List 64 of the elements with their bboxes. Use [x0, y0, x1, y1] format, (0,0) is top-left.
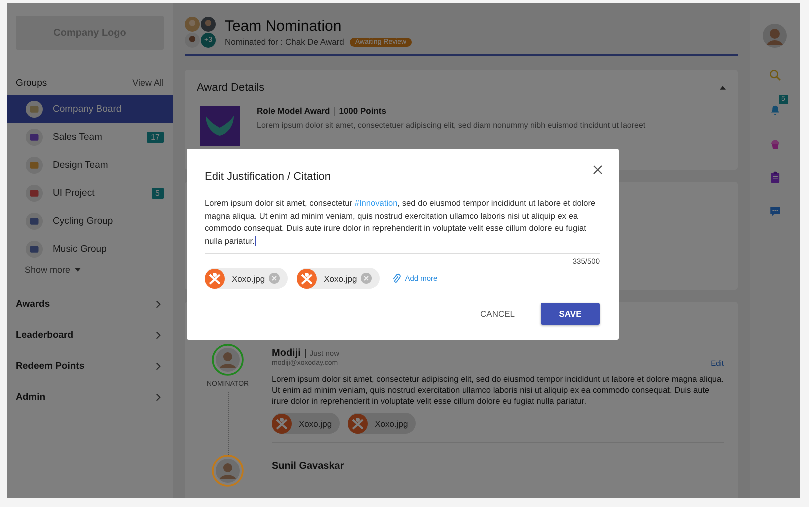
person-figure-icon [272, 414, 292, 434]
attachment-chip[interactable]: Xoxo.jpg [348, 413, 416, 434]
count-badge: 5 [152, 188, 164, 198]
group-item[interactable]: Design Team [7, 151, 173, 179]
nav-item[interactable]: Leaderboard [7, 320, 173, 351]
chat-icon[interactable] [768, 205, 782, 218]
remove-icon[interactable] [361, 273, 372, 284]
avatar-icon [201, 17, 216, 32]
attachment-chip[interactable]: Xoxo.jpg [205, 268, 288, 289]
avatar-icon [185, 33, 200, 48]
paperclip-icon [392, 273, 402, 284]
group-item[interactable]: Sales Team 17 [7, 123, 173, 151]
person-figure-icon [297, 268, 318, 288]
view-all-link[interactable]: View All [132, 78, 164, 89]
group-avatar-icon [26, 184, 43, 202]
chevron-right-icon [156, 331, 161, 340]
group-avatar-icon [26, 156, 43, 174]
remove-icon[interactable] [269, 273, 280, 284]
user-avatar-icon[interactable] [763, 24, 787, 48]
bell-icon[interactable] [768, 103, 782, 116]
group-avatar-icon [26, 240, 43, 258]
chevron-right-icon [156, 362, 161, 371]
card-title: Award Details [197, 82, 265, 94]
attachment-chip[interactable]: Xoxo.jpg [272, 413, 340, 434]
search-icon[interactable] [768, 69, 782, 82]
group-avatar-icon [26, 100, 43, 118]
show-more-link[interactable]: Show more [25, 265, 81, 275]
close-icon[interactable] [593, 165, 603, 175]
person-name: Sunil Gavaskar [272, 461, 344, 472]
chevron-right-icon [156, 300, 161, 309]
count-badge: 17 [147, 132, 164, 142]
groups-heading: Groups [16, 78, 48, 89]
cancel-button[interactable]: CANCEL [472, 303, 523, 325]
nomination-subtitle: Nominated for : Chak De Award [225, 37, 344, 47]
person-figure-icon [205, 268, 225, 288]
clipboard-icon[interactable] [768, 171, 782, 184]
award-description: Lorem ipsum dolor sit amet, consectetuer adipiscing elit, sed diam nonummy nibh euismod tincidunt ut laoreet [257, 121, 646, 130]
nav-item[interactable]: Admin [7, 382, 173, 413]
collapse-caret-icon[interactable] [720, 86, 726, 90]
justification-field[interactable]: Lorem ipsum dolor sit amet, consectetur #Innovation, sed do eiusmod tempor incididunt ut labore et dolore magna aliqua. Ut enim ad minim veniam, quis nostrud exercitation ullamco laboris nisi ut aliquip ex ea commodo consequat. Duis aute irure dolor in reprehenderit in voluptate velit esse cillum dolore eu fugiat nulla pariatur. [205, 197, 600, 254]
person-avatar-icon [212, 344, 244, 376]
wings-emblem-drawing [197, 106, 243, 146]
avatar-icon [185, 17, 200, 32]
group-item[interactable]: Cycling Group [7, 207, 173, 235]
dialog-title: Edit Justification / Citation [205, 171, 331, 183]
group-item[interactable]: Music Group [7, 235, 173, 263]
save-button[interactable]: SAVE [541, 303, 600, 325]
person-name: Modiji [272, 348, 301, 359]
person-figure-icon [348, 414, 368, 434]
caret-icon [74, 268, 81, 272]
chevron-right-icon [156, 393, 161, 402]
nav-item[interactable]: Redeem Points [7, 351, 173, 382]
group-avatar-icon [26, 212, 43, 230]
award-points: 1000 Points [339, 106, 386, 116]
award-name: Role Model Award [257, 106, 330, 116]
justification-text: Lorem ipsum dolor sit amet, consectetur adipiscing elit, sed do eiusmod tempor incididunt ut labore et dolore magna aliqua. Ut enim ad minim veniam, quis nostrud exercitation ullamco laboris nisi ut aliquip ex ea commodo consequat. Duis aute irure dolor in reprehenderit in voluptate velit esse cillum dolore eu fugiat nulla pariatur. [272, 374, 724, 407]
page-title: Team Nomination [225, 18, 343, 35]
group-avatar-icon [26, 128, 43, 146]
hashtag-link[interactable]: #Innovation [354, 198, 398, 208]
group-item[interactable]: UI Project 5 [7, 179, 173, 207]
person-avatar-icon [212, 455, 244, 487]
attachment-chip[interactable]: Xoxo.jpg [297, 268, 380, 289]
group-item[interactable]: Company Board [7, 95, 173, 123]
nav-item[interactable]: Awards [7, 289, 173, 320]
